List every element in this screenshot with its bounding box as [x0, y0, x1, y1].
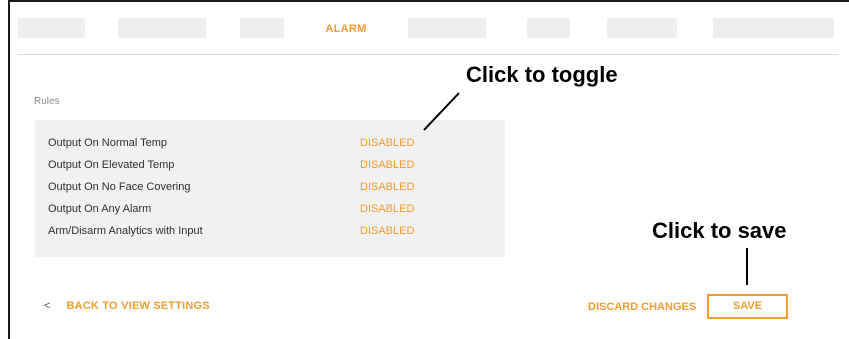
- rule-row-any-alarm: Output On Any Alarm DISABLED: [35, 199, 505, 221]
- rule-status-toggle[interactable]: DISABLED: [360, 225, 414, 237]
- tab-alarm[interactable]: ALARM: [316, 19, 376, 39]
- back-link-label: BACK TO VIEW SETTINGS: [66, 300, 210, 312]
- save-button[interactable]: SAVE: [707, 294, 788, 319]
- chevron-left-icon: <: [44, 300, 51, 312]
- save-callout-text: Click to save: [652, 218, 787, 243]
- tab-5-redacted[interactable]: [408, 18, 486, 38]
- toggle-callout-text: Click to toggle: [466, 62, 618, 87]
- rule-row-normal-temp: Output On Normal Temp DISABLED: [35, 133, 505, 155]
- tab-divider: [18, 54, 838, 55]
- rules-section-label: Rules: [34, 96, 60, 107]
- tab-bar: ALARM: [0, 0, 849, 55]
- rule-status-toggle[interactable]: DISABLED: [360, 137, 414, 149]
- rule-label: Output On No Face Covering: [48, 181, 191, 193]
- rule-row-arm-disarm: Arm/Disarm Analytics with Input DISABLED: [35, 221, 505, 243]
- rule-status-toggle[interactable]: DISABLED: [360, 203, 414, 215]
- tab-1-redacted[interactable]: [18, 18, 85, 38]
- rule-label: Output On Elevated Temp: [48, 159, 175, 171]
- rule-row-elevated-temp: Output On Elevated Temp DISABLED: [35, 155, 505, 177]
- tab-2-redacted[interactable]: [118, 18, 206, 38]
- rule-label: Arm/Disarm Analytics with Input: [48, 225, 203, 237]
- rule-status-toggle[interactable]: DISABLED: [360, 159, 414, 171]
- rule-label: Output On Any Alarm: [48, 203, 152, 215]
- rules-panel: Output On Normal Temp DISABLED Output On…: [35, 120, 505, 257]
- tab-3-redacted[interactable]: [240, 18, 284, 38]
- tab-7-redacted[interactable]: [607, 18, 677, 38]
- rule-label: Output On Normal Temp: [48, 137, 168, 149]
- tab-6-redacted[interactable]: [527, 18, 570, 38]
- discard-changes-button[interactable]: DISCARD CHANGES: [588, 301, 696, 313]
- rule-row-no-face-covering: Output On No Face Covering DISABLED: [35, 177, 505, 199]
- back-to-view-settings-link[interactable]: < BACK TO VIEW SETTINGS: [44, 300, 210, 312]
- rule-status-toggle[interactable]: DISABLED: [360, 181, 414, 193]
- tab-8-redacted[interactable]: [713, 18, 834, 38]
